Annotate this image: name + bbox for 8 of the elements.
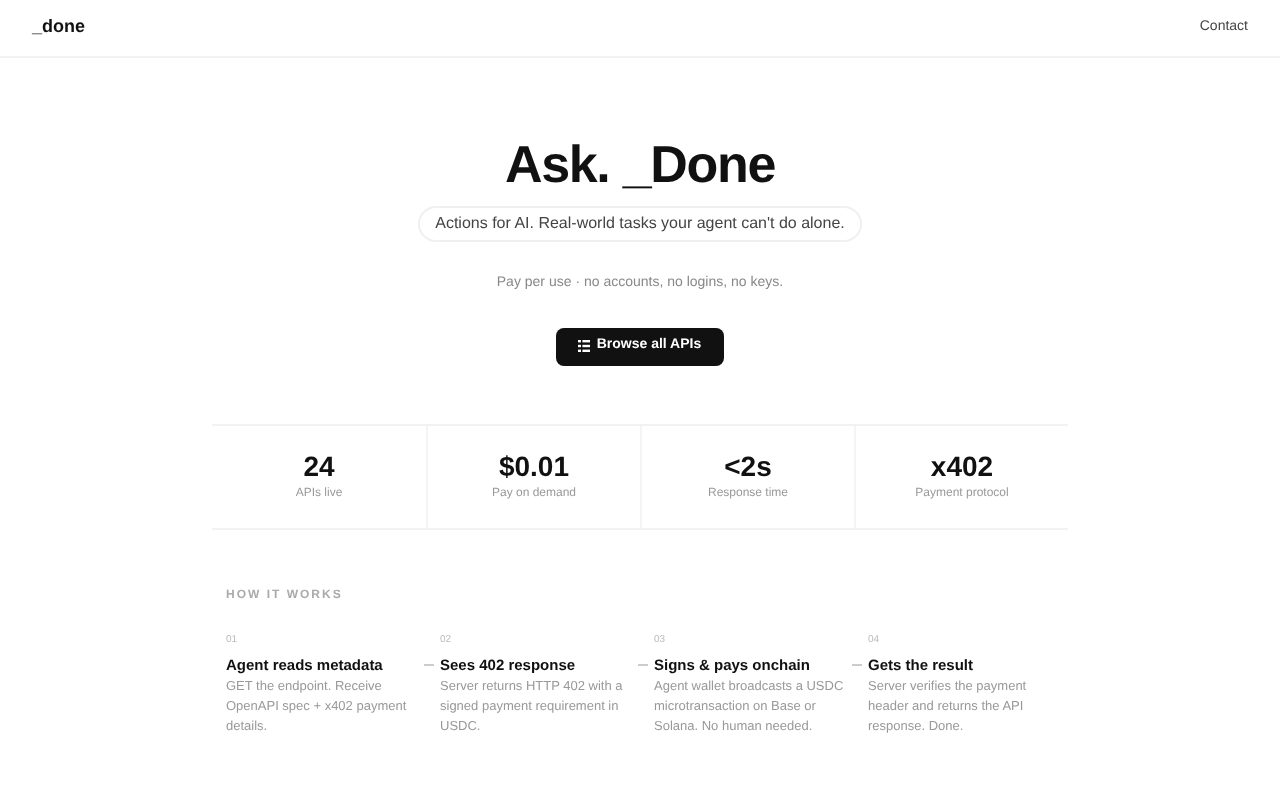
stat-value: $0.01 <box>498 449 570 481</box>
stat-value: x402 <box>930 449 994 481</box>
hero-title: Ask. _Done <box>504 134 776 194</box>
list-icon <box>578 340 591 352</box>
stat-value: 24 <box>303 449 335 481</box>
stat-value: <2s <box>724 449 772 481</box>
logo[interactable]: _done <box>32 14 86 42</box>
tagline: Actions for AI. Real-world tasks your agent can't do alone. <box>417 206 863 242</box>
